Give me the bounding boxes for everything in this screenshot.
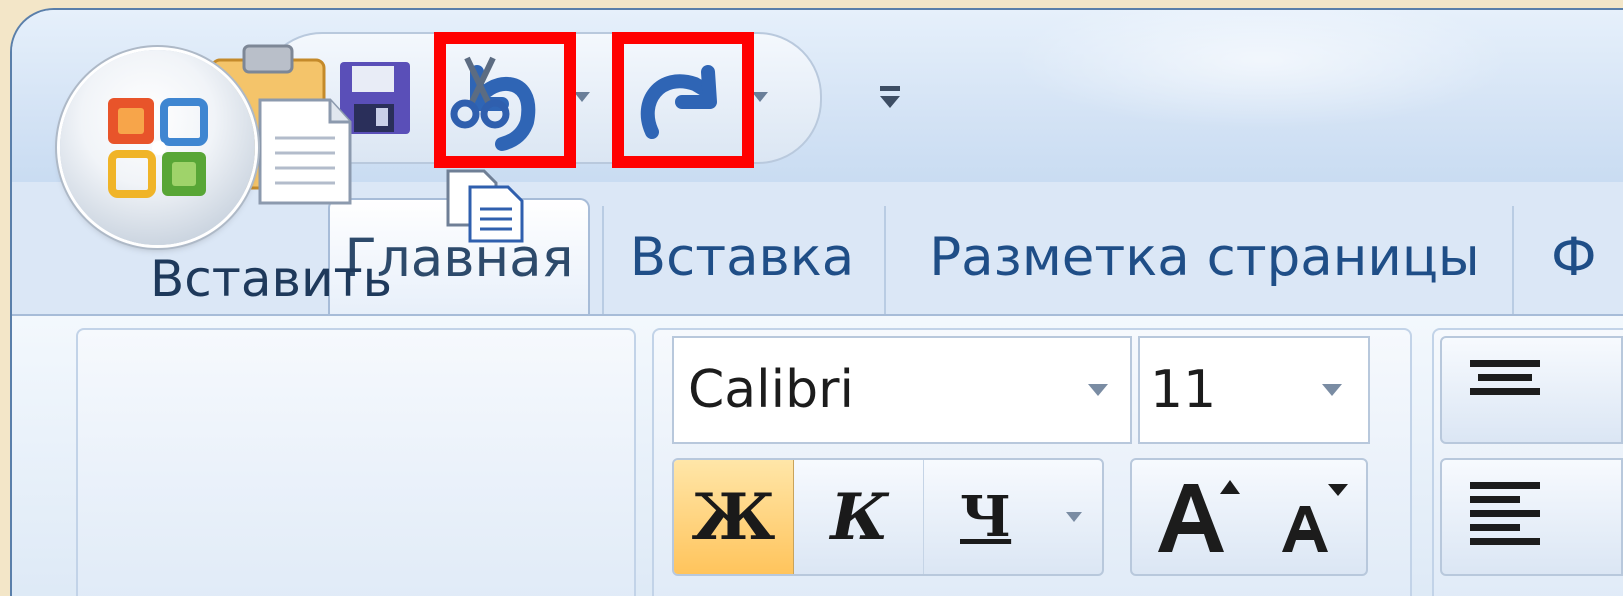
grow-font-button[interactable] — [1142, 460, 1252, 574]
paste-label: Вставить — [150, 250, 393, 308]
office-logo-icon — [108, 98, 208, 198]
tab-separator — [602, 206, 604, 316]
font-name-combobox[interactable]: Calibri — [672, 336, 1132, 444]
font-name-value: Calibri — [688, 360, 854, 420]
redo-icon — [640, 65, 717, 139]
copy-button[interactable] — [440, 165, 530, 245]
tab-next-partial[interactable]: Ф — [1537, 198, 1623, 316]
shrink-font-icon — [1282, 484, 1348, 552]
undo-dropdown-button[interactable] — [570, 80, 594, 112]
italic-button[interactable]: К — [796, 460, 924, 574]
font-size-buttons — [1130, 458, 1368, 576]
align-center-button[interactable] — [1440, 336, 1623, 444]
align-left-icon — [1470, 482, 1540, 545]
tab-separator — [1512, 206, 1514, 316]
tab-separator — [884, 206, 886, 316]
tab-insert[interactable]: Вставка — [607, 198, 877, 316]
cut-button[interactable] — [445, 52, 515, 132]
font-size-value: 11 — [1150, 360, 1217, 420]
chevron-down-icon — [574, 92, 590, 102]
customize-qat-button[interactable] — [870, 78, 910, 118]
chevron-down-icon[interactable] — [1064, 508, 1084, 524]
redo-button[interactable] — [610, 32, 750, 162]
copy-icon — [446, 169, 524, 243]
font-size-combobox[interactable]: 11 — [1138, 336, 1370, 444]
tab-page-layout[interactable]: Разметка страницы — [907, 198, 1502, 316]
title-bar-sheen — [1012, 10, 1512, 130]
shrink-font-button[interactable] — [1262, 460, 1362, 574]
bold-button[interactable]: Ж — [674, 460, 794, 574]
clipboard-group — [76, 328, 636, 596]
chevron-down-icon — [752, 92, 768, 102]
redo-dropdown-button[interactable] — [748, 80, 772, 112]
office-button[interactable] — [60, 50, 255, 245]
grow-font-icon — [1158, 480, 1240, 552]
chevron-down-icon[interactable] — [1320, 380, 1344, 398]
cut-icon — [450, 56, 510, 129]
font-format-buttons: Ж К Ч — [672, 458, 1104, 576]
align-center-icon — [1470, 360, 1540, 395]
chevron-down-icon[interactable] — [1086, 380, 1110, 398]
align-left-button[interactable] — [1440, 458, 1623, 576]
customize-qat-icon — [880, 86, 900, 108]
